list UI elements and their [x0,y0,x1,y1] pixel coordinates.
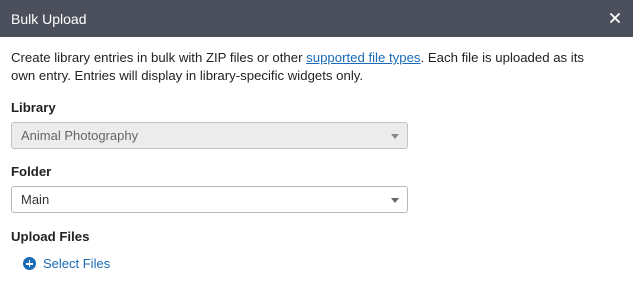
plus-circle-icon [23,257,36,270]
supported-file-types-link[interactable]: supported file types [306,50,420,65]
bulk-upload-dialog: Bulk Upload Create library entries in bu… [0,0,633,283]
select-files-label: Select Files [43,256,111,271]
folder-label: Folder [11,164,52,179]
dialog-body: Create library entries in bulk with ZIP … [11,49,611,85]
close-button[interactable] [605,7,625,29]
library-select-value: Animal Photography [21,128,139,143]
dialog-title: Bulk Upload [11,11,87,27]
dialog-description: Create library entries in bulk with ZIP … [11,49,611,85]
description-text-start: Create library entries in bulk with ZIP … [11,50,307,65]
close-icon [610,13,620,23]
chevron-down-icon [391,134,399,139]
select-files-button[interactable]: Select Files [23,256,110,271]
dialog-titlebar: Bulk Upload [0,0,633,37]
library-label: Library [11,100,56,115]
chevron-down-icon [391,198,399,203]
library-select: Animal Photography [11,122,408,149]
upload-files-label: Upload Files [11,229,90,244]
folder-select-value: Main [21,192,50,207]
folder-select[interactable]: Main [11,186,408,213]
